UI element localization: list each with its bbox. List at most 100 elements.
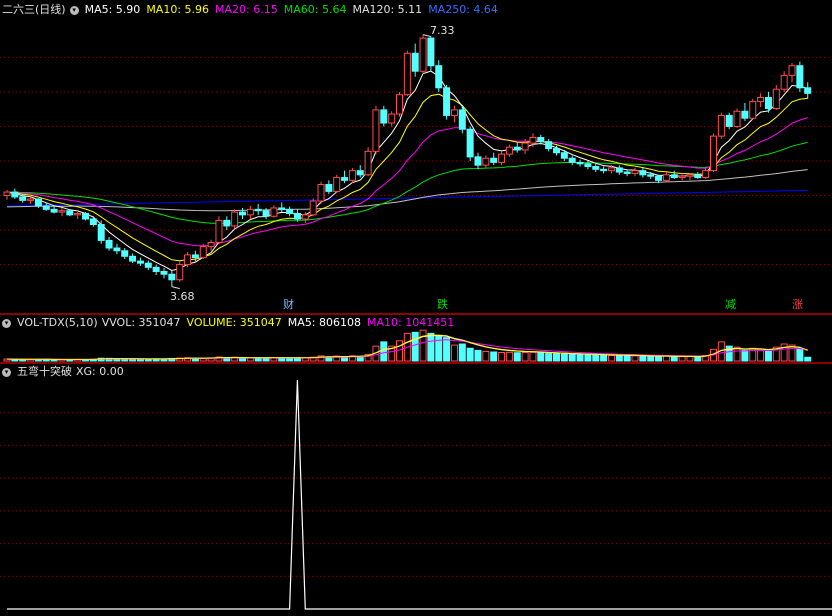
candle[interactable] [513,146,521,151]
candle[interactable] [66,210,74,216]
candle[interactable] [372,109,380,152]
candle[interactable] [450,109,458,116]
candle[interactable] [396,94,403,115]
volume-bar[interactable] [615,355,623,362]
candle[interactable] [670,174,678,179]
candle[interactable] [89,218,97,226]
volume-bar[interactable] [286,357,294,362]
volume-bar[interactable] [804,356,812,362]
tag-cai[interactable]: 财 [283,299,294,311]
volume-bar[interactable] [505,351,513,362]
volume-bar[interactable] [741,349,749,362]
volume-bar[interactable] [553,353,560,362]
candle[interactable] [105,239,113,249]
chevron-down-icon[interactable]: ▾ [2,367,11,377]
volume-bar[interactable] [764,350,772,362]
candle[interactable] [749,101,757,119]
volume-bar[interactable] [796,348,804,362]
candle[interactable] [443,87,451,116]
candle[interactable] [631,170,639,174]
volume-bar[interactable] [694,356,702,362]
volume-bar[interactable] [584,354,592,362]
candle[interactable] [27,198,35,201]
volume-bar[interactable] [662,355,670,362]
candle[interactable] [333,177,341,192]
indicator-pane[interactable]: ▾ 五弯十突破 XG: 0.00 [0,362,832,616]
volume-bar[interactable] [655,356,663,362]
candle[interactable] [207,241,215,248]
candle[interactable] [341,177,349,181]
volume-pane[interactable]: ▾ VOL-TDX(5,10) VVOL: 351047 VOLUME: 351047… [0,313,832,362]
chevron-down-icon[interactable]: ▾ [2,318,11,328]
candle[interactable] [199,246,207,259]
candle[interactable] [262,210,270,217]
candle[interactable] [246,208,254,216]
candle[interactable] [403,52,411,96]
volume-bar[interactable] [490,351,498,362]
candle[interactable] [482,157,490,166]
candle[interactable] [191,254,199,259]
candle[interactable] [639,170,647,176]
candle[interactable] [725,114,733,127]
volume-bar[interactable] [396,340,403,362]
candle[interactable] [223,219,231,227]
price-pane[interactable]: 二六三(日线) ▾ MA5: 5.90 MA10: 5.96 MA20: 6.15 MA6… [0,0,832,313]
volume-bar[interactable] [435,335,443,362]
candle[interactable] [584,163,592,168]
candle[interactable] [607,167,615,172]
candle[interactable] [184,254,192,266]
volume-bar[interactable] [380,341,388,362]
candle[interactable] [505,146,513,155]
volume-bar[interactable] [686,356,694,362]
candle[interactable] [168,273,176,281]
candle[interactable] [325,183,333,192]
volume-bar[interactable] [450,344,458,362]
price-chart[interactable] [0,0,832,313]
candle[interactable] [647,174,655,177]
candle[interactable] [678,175,686,179]
volume-bar[interactable] [513,352,521,362]
volume-bar[interactable] [670,355,678,362]
candle[interactable] [254,208,262,212]
candle[interactable] [537,137,545,143]
candle[interactable] [278,207,286,210]
volume-bar[interactable] [443,337,451,362]
chevron-down-icon[interactable]: ▾ [69,5,79,15]
candle[interactable] [270,207,278,217]
candle[interactable] [42,205,50,210]
volume-bar[interactable] [600,354,608,362]
candle[interactable] [82,212,89,220]
volume-bar[interactable] [246,357,254,362]
candle[interactable] [380,109,388,124]
candle[interactable] [804,87,812,94]
volume-bar[interactable] [733,346,741,362]
candle[interactable] [490,157,498,163]
candle[interactable] [702,170,710,179]
candle[interactable] [600,168,608,172]
volume-bar[interactable] [419,329,427,362]
candle[interactable] [435,65,443,89]
candle[interactable] [58,210,66,213]
candle[interactable] [623,171,631,174]
candle[interactable] [11,191,19,198]
candle[interactable] [136,260,144,264]
candle[interactable] [364,150,372,176]
candle[interactable] [97,224,105,241]
candle[interactable] [710,135,717,172]
candle[interactable] [293,212,301,220]
volume-bar[interactable] [639,355,647,362]
candle[interactable] [74,212,82,216]
candle[interactable] [458,109,466,130]
candle[interactable] [19,196,27,201]
volume-bar[interactable] [545,353,553,362]
candle[interactable] [780,74,788,90]
candle[interactable] [741,110,749,119]
volume-bar[interactable] [498,352,506,362]
candle[interactable] [239,211,246,216]
volume-bar[interactable] [427,332,435,362]
candle[interactable] [317,183,325,202]
candle[interactable] [176,264,184,281]
candle[interactable] [466,128,474,158]
candle[interactable] [615,167,623,173]
volume-bar[interactable] [678,356,686,362]
